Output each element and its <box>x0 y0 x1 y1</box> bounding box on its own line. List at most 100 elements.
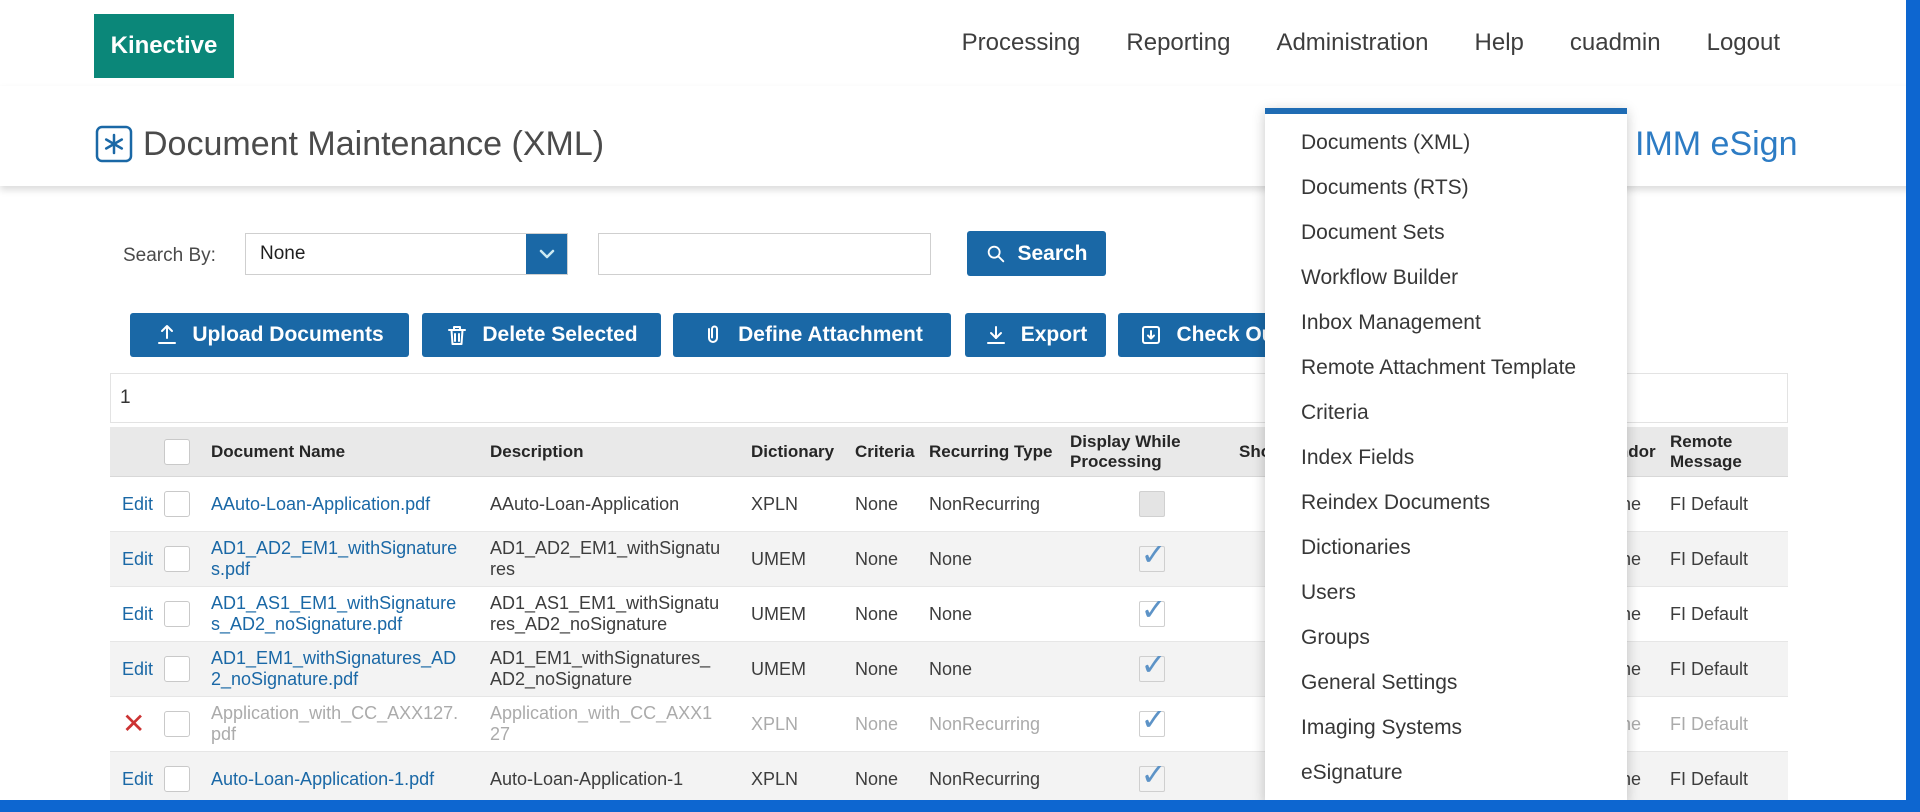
top-nav: Kinective Processing Reporting Administr… <box>0 0 1920 86</box>
recurring-type-header: Recurring Type <box>929 441 1053 461</box>
product-name: IMM eSign <box>1635 124 1798 163</box>
nav-reporting[interactable]: Reporting <box>1126 29 1230 57</box>
row-checkbox[interactable] <box>164 656 190 682</box>
define-attachment-button[interactable]: Define Attachment <box>673 313 951 357</box>
menu-item-workflow-builder[interactable]: Workflow Builder <box>1265 255 1627 300</box>
menu-item-reindex-documents[interactable]: Reindex Documents <box>1265 480 1627 525</box>
kinective-logo: Kinective <box>94 14 234 78</box>
edit-link[interactable]: Edit <box>122 604 153 624</box>
upload-icon <box>155 323 179 347</box>
menu-item-remote-attachment-template[interactable]: Remote Attachment Template <box>1265 345 1627 390</box>
edit-link[interactable]: Edit <box>122 494 153 514</box>
define-attachment-label: Define Attachment <box>738 323 923 346</box>
remote-message-cell: FI Default <box>1670 768 1749 789</box>
paperclip-icon <box>701 323 725 347</box>
select-all-checkbox[interactable] <box>164 438 190 465</box>
vertical-scrollbar[interactable] <box>1906 0 1920 812</box>
search-input[interactable] <box>598 233 931 275</box>
description-cell: Auto-Loan-Application-1 <box>490 768 684 789</box>
search-button[interactable]: Search <box>967 231 1106 276</box>
dictionary-cell: UMEM <box>751 658 806 679</box>
menu-item-general-settings[interactable]: General Settings <box>1265 660 1627 705</box>
edit-link[interactable]: Edit <box>122 549 153 569</box>
nav-logout[interactable]: Logout <box>1707 29 1780 57</box>
upload-documents-label: Upload Documents <box>192 323 384 346</box>
check-out-icon <box>1139 323 1163 347</box>
description-cell: AAuto-Loan-Application <box>490 493 680 514</box>
display-checkbox-checked[interactable] <box>1138 711 1167 737</box>
criteria-cell: None <box>855 548 899 569</box>
description-header: Description <box>490 441 584 461</box>
document-name-link[interactable]: AD1_AS1_EM1_withSignatures_AD2_noSignatu… <box>211 593 456 634</box>
upload-documents-button[interactable]: Upload Documents <box>130 313 409 357</box>
menu-item-documents-xml[interactable]: Documents (XML) <box>1265 120 1627 165</box>
dictionary-cell: UMEM <box>751 603 806 624</box>
menu-item-inbox-management[interactable]: Inbox Management <box>1265 300 1627 345</box>
row-checkbox[interactable] <box>164 711 190 737</box>
search-icon <box>985 243 1007 265</box>
document-maintenance-icon <box>94 124 134 164</box>
description-cell: Application_with_CC_AXX127 <box>490 703 713 744</box>
remote-message-cell: FI Default <box>1670 658 1749 679</box>
chevron-down-icon <box>535 242 559 266</box>
select-arrow-button[interactable] <box>526 234 567 274</box>
nav-processing[interactable]: Processing <box>962 29 1081 57</box>
export-button[interactable]: Export <box>965 313 1106 357</box>
description-cell: AD1_EM1_withSignatures_AD2_noSignature <box>490 648 711 689</box>
display-checkbox-checked[interactable] <box>1138 601 1167 627</box>
display-checkbox-checked[interactable] <box>1138 766 1167 792</box>
menu-item-documents-rts[interactable]: Documents (RTS) <box>1265 165 1627 210</box>
criteria-cell: None <box>855 768 899 789</box>
page-header: Document Maintenance (XML) IMM eSign <box>0 86 1920 186</box>
dictionary-cell: XPLN <box>751 713 799 734</box>
nav-administration[interactable]: Administration <box>1276 29 1428 57</box>
nav-help[interactable]: Help <box>1475 29 1524 57</box>
red-x-icon[interactable] <box>122 710 145 738</box>
row-checkbox[interactable] <box>164 546 190 572</box>
recurring-type-cell: None <box>929 548 973 569</box>
nav-links: Processing Reporting Administration Help… <box>962 0 1780 86</box>
description-cell: AD1_AS1_EM1_withSignatures_AD2_noSignatu… <box>490 593 720 634</box>
nav-cuadmin[interactable]: cuadmin <box>1570 29 1661 57</box>
menu-item-dictionaries[interactable]: Dictionaries <box>1265 525 1627 570</box>
dictionary-header: Dictionary <box>751 441 835 461</box>
remote-message-cell: FI Default <box>1670 493 1749 514</box>
menu-item-index-fields[interactable]: Index Fields <box>1265 435 1627 480</box>
search-by-select[interactable]: None <box>245 233 568 275</box>
remote-message-cell: FI Default <box>1670 713 1749 734</box>
display-checkbox-checked[interactable] <box>1138 656 1167 682</box>
search-by-selected-value: None <box>260 243 306 264</box>
row-checkbox[interactable] <box>164 491 190 517</box>
recurring-type-cell: None <box>929 603 973 624</box>
export-label: Export <box>1020 323 1088 346</box>
document-name-header: Document Name <box>211 441 346 461</box>
export-icon <box>984 323 1008 347</box>
menu-item-imaging-systems[interactable]: Imaging Systems <box>1265 705 1627 750</box>
search-button-label: Search <box>1017 241 1088 265</box>
remote-message-cell: FI Default <box>1670 548 1749 569</box>
page-number[interactable]: 1 <box>120 387 131 409</box>
row-checkbox[interactable] <box>164 766 190 792</box>
menu-item-users[interactable]: Users <box>1265 570 1627 615</box>
recurring-type-cell: None <box>929 658 973 679</box>
menu-item-esignature[interactable]: eSignature <box>1265 750 1627 795</box>
menu-item-criteria[interactable]: Criteria <box>1265 390 1627 435</box>
bottom-blue-bar <box>0 800 1920 812</box>
menu-item-groups[interactable]: Groups <box>1265 615 1627 660</box>
menu-item-document-sets[interactable]: Document Sets <box>1265 210 1627 255</box>
document-name-link[interactable]: AD1_EM1_withSignatures_AD2_noSignature.p… <box>211 648 456 689</box>
edit-link[interactable]: Edit <box>122 769 153 789</box>
row-checkbox[interactable] <box>164 601 190 627</box>
display-checkbox-unchecked[interactable] <box>1138 491 1165 517</box>
administration-dropdown-menu: Documents (XML) Documents (RTS) Document… <box>1265 108 1627 802</box>
document-name-link[interactable]: AAuto-Loan-Application.pdf <box>211 494 430 514</box>
document-name-text: Application_with_CC_AXX127.pdf <box>211 703 459 744</box>
trash-icon <box>445 323 469 347</box>
delete-selected-button[interactable]: Delete Selected <box>422 313 661 357</box>
document-name-link[interactable]: AD1_AD2_EM1_withSignatures.pdf <box>211 538 457 579</box>
recurring-type-cell: NonRecurring <box>929 713 1041 734</box>
edit-link[interactable]: Edit <box>122 659 153 679</box>
document-name-link[interactable]: Auto-Loan-Application-1.pdf <box>211 769 434 789</box>
display-checkbox-checked[interactable] <box>1138 546 1167 572</box>
dictionary-cell: XPLN <box>751 493 799 514</box>
